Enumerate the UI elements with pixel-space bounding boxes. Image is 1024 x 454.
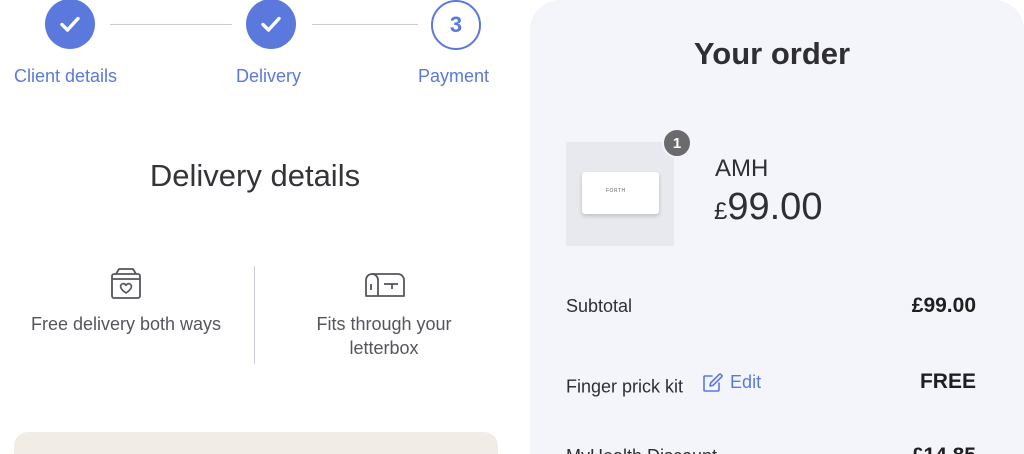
order-title: Your order (693, 36, 851, 71)
step-label: Delivery (236, 66, 302, 86)
discount-row: MyHealth Discount -£14.85 (566, 444, 976, 454)
row-label: Finger prick kit (566, 376, 684, 397)
quantity-badge: 1 (662, 128, 692, 158)
step-label: Payment (418, 66, 490, 86)
row-amount: -£14.85 (905, 444, 976, 454)
step-label: Client details (14, 66, 118, 86)
edit-kit-link[interactable]: Edit (702, 372, 761, 393)
delivery-details-heading: Delivery details (149, 158, 361, 193)
feature-divider (254, 266, 255, 364)
product-name: AMH (715, 155, 769, 182)
price-value: 99.00 (727, 186, 823, 228)
product-price: £99.00 (714, 186, 822, 229)
subtotal-row: Subtotal £99.00 (566, 294, 976, 317)
feature-text: Free delivery both ways (30, 314, 222, 334)
step-number: 3 (449, 12, 463, 37)
product-kit-box: FORTH (582, 172, 659, 214)
row-label: Subtotal (566, 296, 633, 316)
feature-letterbox: Fits through your letterbox (284, 266, 484, 360)
feature-text: Fits through your letterbox (284, 312, 484, 360)
product-image: FORTH (566, 142, 674, 246)
row-label: MyHealth Discount (566, 446, 717, 454)
step-connector (312, 24, 418, 25)
delivery-form-card (14, 432, 498, 454)
mailbox-icon (365, 273, 405, 297)
row-amount: £99.00 (911, 294, 976, 317)
heart-box-icon (111, 268, 141, 299)
finger-prick-kit-row: Finger prick kit Edit FREE (566, 370, 976, 398)
currency-symbol: £ (714, 198, 728, 225)
checkout-stepper: Client details Delivery 3 Payment (0, 0, 520, 100)
feature-text-line: Fits through your (316, 314, 452, 334)
feature-text-line: letterbox (349, 338, 419, 358)
step-connector (110, 24, 232, 25)
check-icon (45, 0, 95, 49)
edit-icon (703, 372, 723, 392)
edit-label: Edit (730, 372, 762, 392)
check-icon (246, 0, 296, 49)
step-number-badge: 3 (431, 0, 481, 50)
feature-free-delivery: Free delivery both ways (14, 266, 238, 336)
row-amount: FREE (919, 370, 976, 393)
product-brand-text: FORTH (606, 188, 626, 194)
order-summary-panel: Your order FORTH 1 AMH £99.00 Subtotal £… (530, 0, 1024, 454)
